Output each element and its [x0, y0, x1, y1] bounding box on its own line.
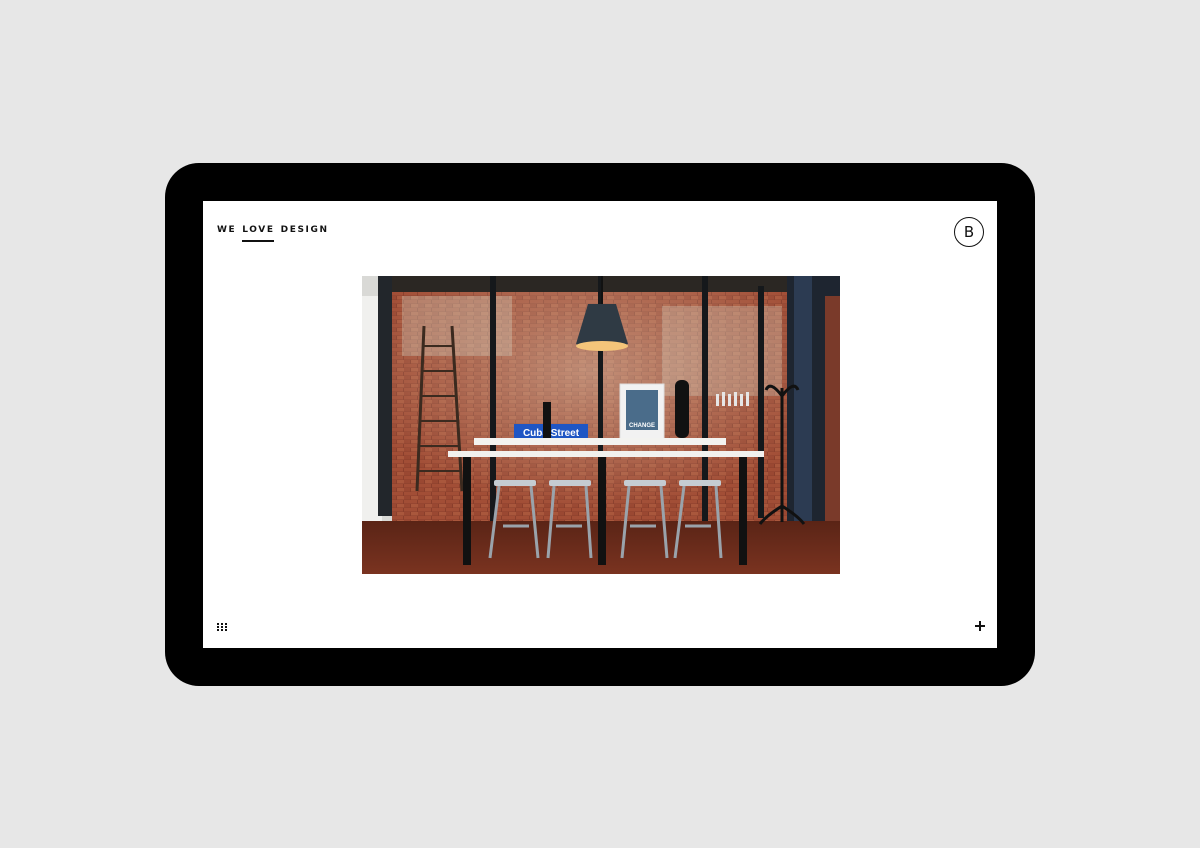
street-sign-text: Cuba Street — [523, 428, 580, 439]
grid-icon[interactable] — [217, 623, 227, 631]
brand-logo[interactable]: B — [954, 217, 984, 247]
logo-letter: B — [963, 223, 975, 241]
plus-icon[interactable] — [975, 621, 985, 631]
nav-item-love[interactable]: LOVE — [242, 225, 274, 242]
wordmark-nav: WE LOVE DESIGN — [217, 225, 329, 242]
poster-caption: CHANGE — [629, 423, 655, 429]
tablet-screen: WE LOVE DESIGN B CHANGE Cuba Street — [203, 201, 997, 648]
tablet-device: WE LOVE DESIGN B CHANGE Cuba Street — [165, 163, 1035, 686]
nav-item-we[interactable]: WE — [217, 225, 236, 235]
hero-photo: CHANGE Cuba Street — [362, 276, 840, 574]
nav-item-design[interactable]: DESIGN — [281, 225, 329, 235]
